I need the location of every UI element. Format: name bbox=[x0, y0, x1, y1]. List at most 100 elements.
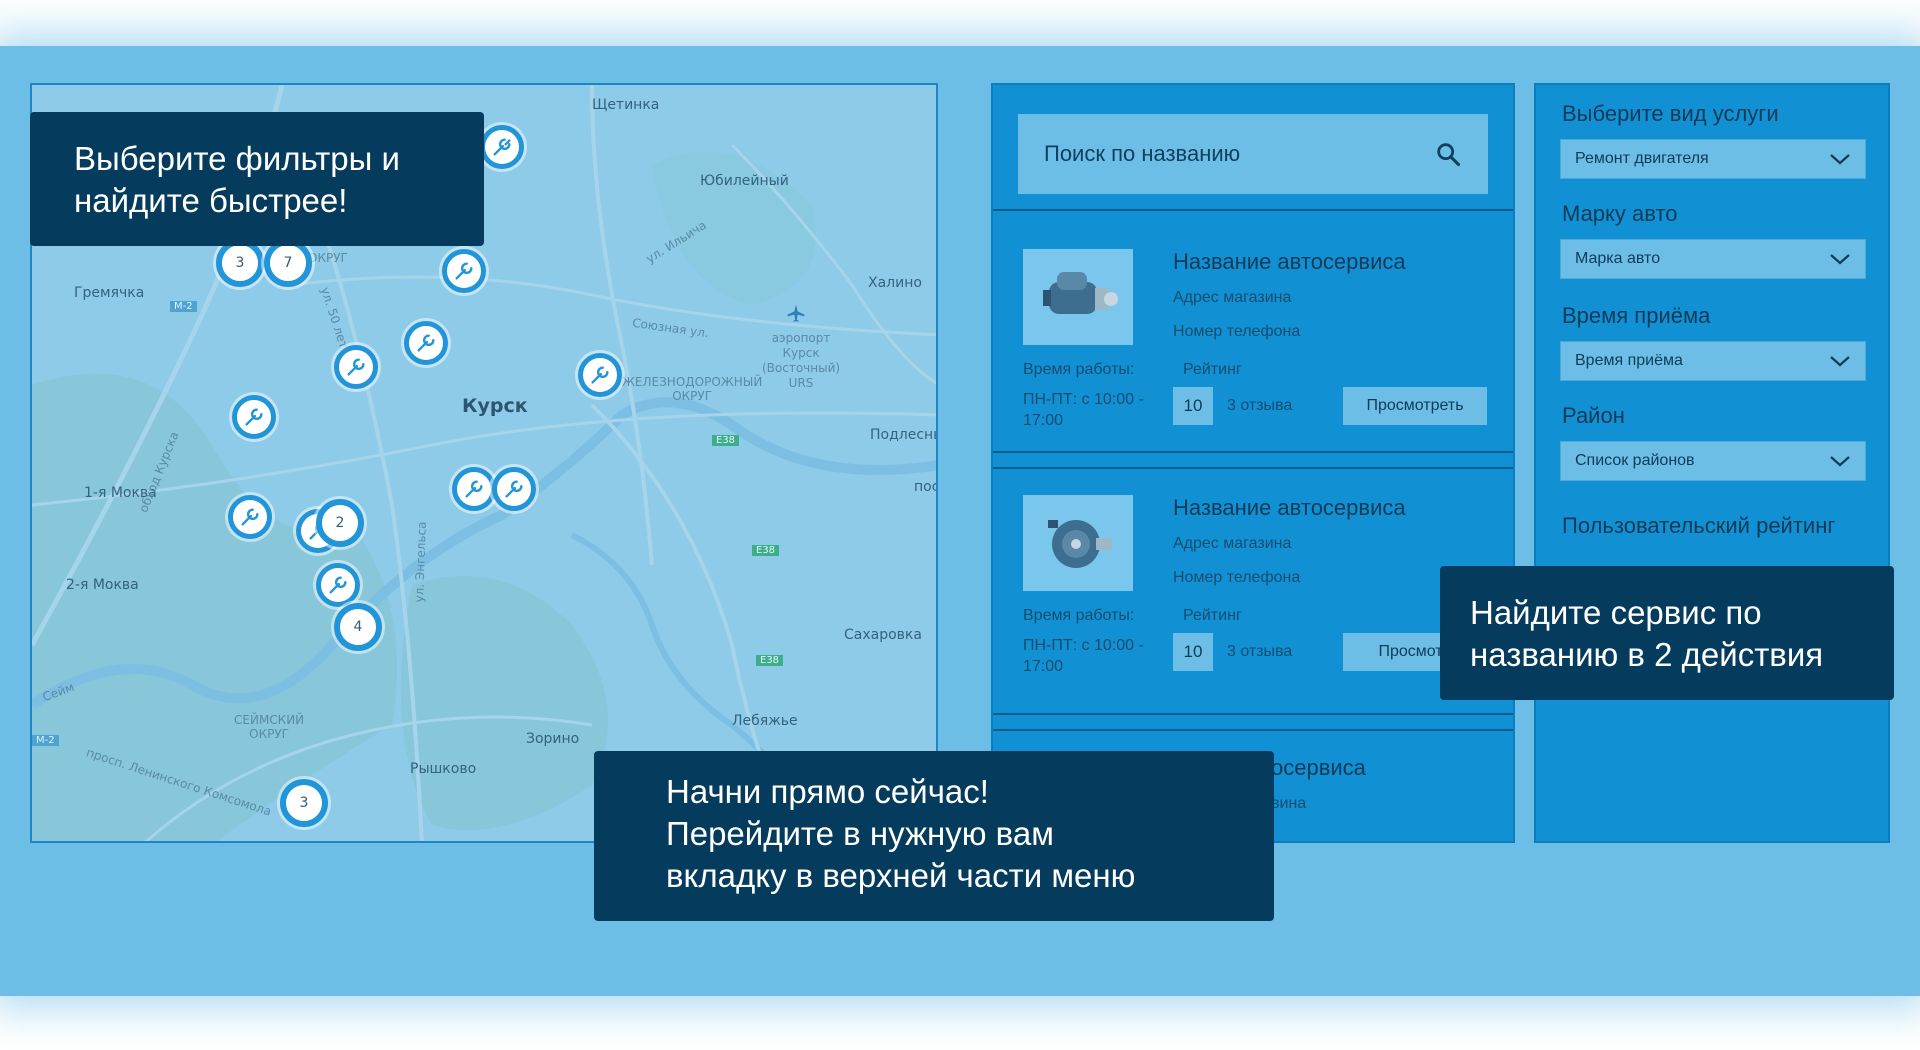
reviews-count[interactable]: 3 отзыва bbox=[1227, 643, 1292, 661]
service-type-select[interactable]: Ремонт двигателя bbox=[1560, 139, 1866, 179]
callout-line: названию в 2 действия bbox=[1470, 636, 1824, 673]
map-cluster[interactable]: 3 bbox=[216, 239, 264, 287]
search-icon[interactable] bbox=[1434, 140, 1462, 168]
district-select[interactable]: Список районов bbox=[1560, 441, 1866, 481]
map-road-e38-3: E38 bbox=[756, 655, 784, 666]
time-select[interactable]: Время приёма bbox=[1560, 341, 1866, 381]
callout-start: Начни прямо сейчас! Перейдите в нужную в… bbox=[594, 751, 1274, 921]
map-label-ryshkovo: Рышково bbox=[410, 761, 477, 777]
service-title[interactable]: Название автосервиса bbox=[1173, 249, 1406, 275]
map-cluster[interactable]: 4 bbox=[334, 603, 382, 651]
callout-line: Выберите фильтры и bbox=[74, 140, 400, 177]
time-value: Время приёма bbox=[1575, 352, 1683, 369]
map-label-seymsky: СЕЙМСКИЙ ОКРУГ bbox=[234, 713, 305, 741]
service-marker[interactable] bbox=[480, 125, 524, 169]
callout-line: вкладку в верхней части меню bbox=[666, 857, 1136, 894]
wrench-icon bbox=[505, 480, 523, 498]
map-cluster[interactable]: 7 bbox=[264, 239, 312, 287]
callout-filters: Выберите фильтры и найдите быстрее! bbox=[30, 112, 484, 246]
service-type-value: Ремонт двигателя bbox=[1575, 150, 1709, 167]
service-marker[interactable] bbox=[492, 467, 536, 511]
service-address: Адрес магазина bbox=[1173, 535, 1292, 552]
map-label-lebyazhye: Лебяжье bbox=[732, 713, 798, 729]
service-card[interactable]: Название автосервиса Адрес магазина Номе… bbox=[993, 209, 1513, 449]
service-marker[interactable] bbox=[578, 353, 622, 397]
reviews-count[interactable]: 3 отзыва bbox=[1227, 397, 1292, 415]
callout-search: Найдите сервис по названию в 2 действия bbox=[1440, 566, 1894, 700]
filters-panel: Выберите вид услуги Ремонт двигателя Мар… bbox=[1534, 83, 1890, 843]
wrench-icon bbox=[417, 334, 435, 352]
brand-value: Марка авто bbox=[1575, 250, 1661, 267]
card-divider bbox=[993, 729, 1513, 731]
map-road-e38: E38 bbox=[712, 435, 740, 446]
service-marker[interactable] bbox=[334, 345, 378, 389]
rating-score: 10 bbox=[1173, 633, 1213, 671]
map-label-okrug: ОКРУГ bbox=[308, 251, 348, 265]
service-type-label: Выберите вид услуги bbox=[1562, 101, 1779, 126]
map-label-kursk: Курск bbox=[462, 395, 528, 417]
chevron-down-icon bbox=[1830, 356, 1850, 367]
wrench-icon bbox=[591, 366, 609, 384]
map-label-gremyachka: Гремячка bbox=[74, 285, 145, 301]
brand-select[interactable]: Марка авто bbox=[1560, 239, 1866, 279]
callout-line: Начни прямо сейчас! bbox=[666, 773, 989, 810]
map-label-zorino: Зорино bbox=[526, 731, 580, 747]
service-title[interactable]: осервиса bbox=[1271, 755, 1366, 781]
district-label: Район bbox=[1562, 403, 1625, 428]
service-title[interactable]: Название автосервиса bbox=[1173, 495, 1406, 521]
service-image bbox=[1023, 495, 1133, 591]
hours-label: Время работы: bbox=[1023, 361, 1135, 378]
service-hours: ПН-ПТ: с 10:00 - 17:00 bbox=[1023, 637, 1144, 675]
wrench-icon bbox=[465, 480, 483, 498]
airport-icon bbox=[787, 304, 805, 322]
generator-icon bbox=[1048, 520, 1112, 568]
wrench-icon bbox=[329, 576, 347, 594]
chevron-down-icon bbox=[1830, 456, 1850, 467]
map-cluster[interactable]: 2 bbox=[316, 499, 364, 547]
wrench-icon bbox=[245, 408, 263, 426]
service-phone: Номер телефона bbox=[1173, 323, 1301, 340]
service-marker[interactable] bbox=[232, 395, 276, 439]
service-image bbox=[1023, 249, 1133, 345]
service-address: Адрес магазина bbox=[1173, 289, 1292, 306]
rating-label: Рейтинг bbox=[1183, 361, 1242, 378]
chevron-down-icon bbox=[1830, 154, 1850, 165]
map-label-yubileyny: Юбилейный bbox=[700, 173, 789, 189]
map-label-sakharovka: Сахаровка bbox=[844, 627, 922, 643]
rating-label: Рейтинг bbox=[1183, 607, 1242, 624]
search-input[interactable]: Поиск по названию bbox=[1044, 141, 1434, 167]
map-road-m2-bottom: М-2 bbox=[32, 735, 59, 746]
callout-line: Найдите сервис по bbox=[1470, 594, 1762, 631]
user-rating-label[interactable]: Пользовательский рейтинг bbox=[1562, 513, 1835, 539]
callout-line: Перейдите в нужную вам bbox=[666, 815, 1054, 852]
district-value: Список районов bbox=[1575, 452, 1695, 469]
card-divider bbox=[993, 467, 1513, 469]
wrench-icon bbox=[347, 358, 365, 376]
service-address: вина bbox=[1271, 795, 1307, 812]
map-label-pos: пос bbox=[914, 479, 938, 495]
hours-label: Время работы: bbox=[1023, 607, 1135, 624]
search-box[interactable]: Поиск по названию bbox=[1018, 114, 1488, 194]
map-cluster[interactable]: 3 bbox=[280, 779, 328, 827]
starter-motor-icon bbox=[1043, 272, 1118, 314]
map-road-m2: М-2 bbox=[170, 301, 197, 312]
service-marker[interactable] bbox=[228, 495, 272, 539]
service-list-panel: Поиск по названию Название автосервиса А… bbox=[991, 83, 1515, 843]
map-label-moskva2: 2-я Моква bbox=[66, 577, 139, 593]
map-label-airport: аэропорт Курск (Восточный) URS bbox=[762, 331, 841, 390]
rating-score: 10 bbox=[1173, 387, 1213, 425]
service-phone: Номер телефона bbox=[1173, 569, 1301, 586]
service-marker[interactable] bbox=[442, 249, 486, 293]
service-card[interactable]: Название автосервиса Адрес магазина Номе… bbox=[993, 451, 1513, 691]
wrench-icon bbox=[493, 138, 511, 156]
page: Щетинка Юбилейный Гремячка Халино Курск … bbox=[0, 0, 1920, 1050]
service-marker[interactable] bbox=[404, 321, 448, 365]
map-label-khalino: Халино bbox=[868, 275, 922, 291]
brand-label: Марку авто bbox=[1562, 201, 1678, 226]
service-hours: ПН-ПТ: с 10:00 - 17:00 bbox=[1023, 391, 1144, 429]
service-marker[interactable] bbox=[316, 563, 360, 607]
chevron-down-icon bbox=[1830, 254, 1850, 265]
service-marker[interactable] bbox=[452, 467, 496, 511]
wrench-icon bbox=[241, 508, 259, 526]
view-button[interactable]: Просмотреть bbox=[1343, 387, 1487, 425]
